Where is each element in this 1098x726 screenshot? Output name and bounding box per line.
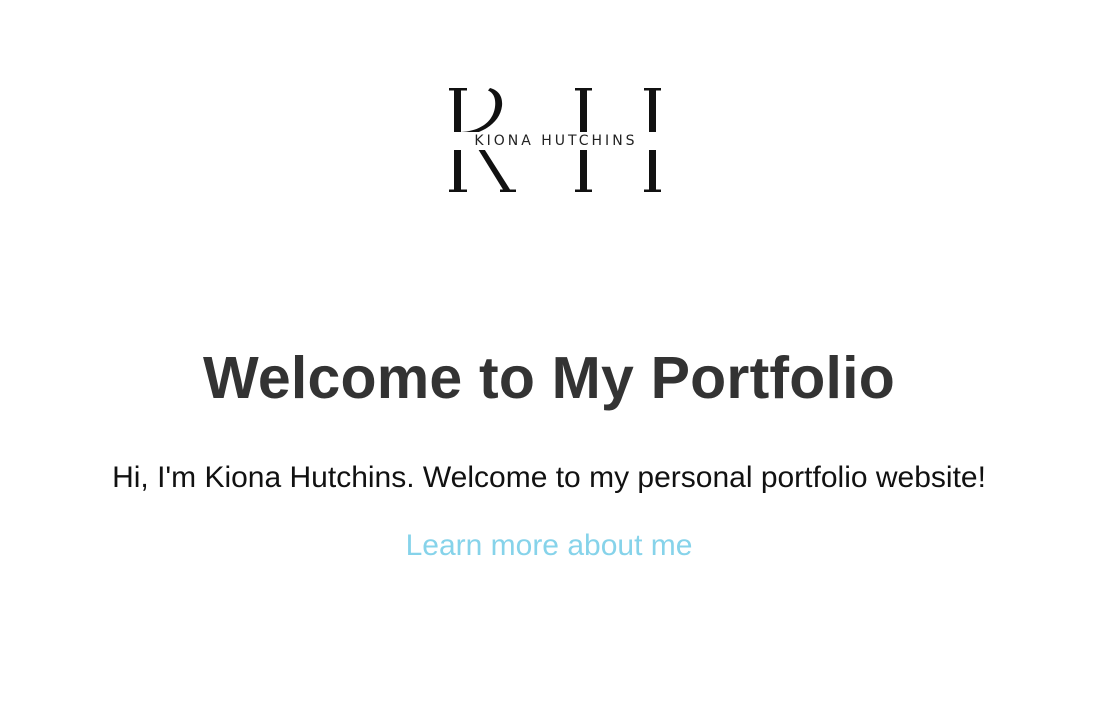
intro-text: Hi, I'm Kiona Hutchins. Welcome to my pe… [112,461,986,494]
page-title: Welcome to My Portfolio [203,345,895,411]
cta-container: Learn more about me [0,526,1098,566]
logo-name-text: KIONA HUTCHINS [474,133,638,149]
learn-more-link[interactable]: Learn more about me [406,529,693,562]
site-logo: KIONA HUTCHINS [440,80,672,196]
